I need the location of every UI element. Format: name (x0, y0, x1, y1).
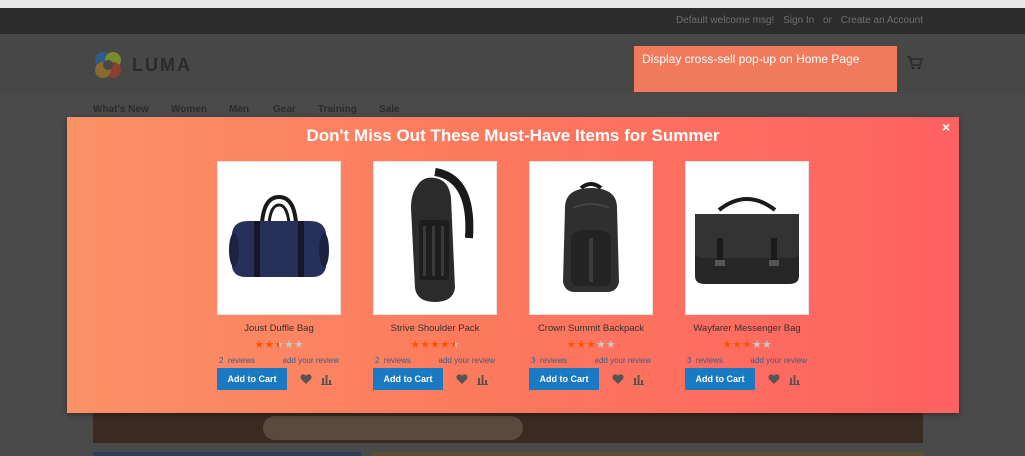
product-name[interactable]: Crown Summit Backpack (529, 323, 653, 334)
star-icon: ★ (254, 339, 265, 351)
review-row: 2 reviews add your review (373, 356, 497, 365)
add-review-link[interactable]: add your review (595, 356, 651, 365)
rating-stars: ★★★★★ (373, 339, 497, 351)
panel-header: Default welcome msg! Sign In or Create a… (0, 8, 1025, 34)
heart-icon[interactable] (768, 373, 780, 385)
product-card: Wayfarer Messenger Bag ★★★★★ 3 reviews a… (685, 161, 809, 390)
create-account-link[interactable]: Create an Account (841, 15, 923, 26)
hero-banner (93, 410, 923, 443)
sign-in-link[interactable]: Sign In (783, 15, 814, 26)
compare-icon[interactable] (633, 374, 644, 385)
star-icon: ★ (293, 339, 304, 351)
review-row: 3 reviews add your review (685, 356, 809, 365)
heart-icon[interactable] (612, 373, 624, 385)
rating-stars: ★★★★★ (529, 339, 653, 351)
compare-icon[interactable] (477, 374, 488, 385)
panel-links: Default welcome msg! Sign In or Create a… (670, 15, 923, 26)
duffle-bag-icon (229, 194, 329, 277)
add-review-link[interactable]: add your review (283, 356, 339, 365)
review-row: 2 reviews add your review (217, 356, 341, 365)
browser-top-strip (0, 0, 1025, 8)
promo-block-left (93, 452, 361, 456)
nav-item-whats-new[interactable]: What's New (93, 104, 149, 115)
backpack-icon (563, 182, 619, 292)
nav-item-gear[interactable]: Gear (273, 104, 296, 115)
product-card: Strive Shoulder Pack ★★★★★ 2 reviews add… (373, 161, 497, 390)
promo-block-right (373, 452, 923, 456)
welcome-message: Default welcome msg! (675, 15, 775, 26)
product-name[interactable]: Wayfarer Messenger Bag (685, 323, 809, 334)
reviews-link[interactable]: 2 reviews (375, 356, 411, 365)
star-icon: ★ (722, 339, 733, 351)
luma-logo-icon[interactable] (93, 50, 123, 80)
rating-stars: ★★★★★ (217, 339, 341, 351)
annotation-label: Display cross-sell pop-up on Home Page (634, 46, 897, 92)
compare-icon[interactable] (321, 374, 332, 385)
messenger-bag-icon (695, 197, 799, 284)
hero-figure (263, 416, 523, 440)
action-row: Add to Cart (217, 368, 341, 390)
site-header: LUMA Display cross-sell pop-up on Home P… (0, 34, 1025, 94)
star-icon: ★ (283, 339, 294, 351)
add-to-cart-button[interactable]: Add to Cart (529, 368, 599, 390)
star-icon: ★ (274, 339, 284, 351)
popup-title: Don't Miss Out These Must-Have Items for… (306, 126, 720, 145)
star-icon: ★ (420, 339, 431, 351)
heart-icon[interactable] (456, 373, 468, 385)
star-icon: ★ (586, 339, 596, 351)
star-icon: ★ (449, 339, 460, 351)
product-name[interactable]: Joust Duffle Bag (217, 323, 341, 334)
product-name[interactable]: Strive Shoulder Pack (373, 323, 497, 334)
shoulder-pack-icon (411, 168, 474, 302)
or-text: or (823, 15, 832, 26)
product-image[interactable] (373, 161, 497, 315)
product-image[interactable] (217, 161, 341, 315)
rating-stars: ★★★★★ (685, 339, 809, 351)
star-icon: ★ (732, 339, 743, 351)
heart-icon[interactable] (300, 373, 312, 385)
nav-item-women[interactable]: Women (171, 104, 207, 115)
star-icon: ★ (595, 339, 606, 351)
product-image[interactable] (529, 161, 653, 315)
add-to-cart-button[interactable]: Add to Cart (685, 368, 755, 390)
product-card: Crown Summit Backpack ★★★★★ 3 reviews ad… (529, 161, 653, 390)
logo-text[interactable]: LUMA (132, 55, 192, 76)
star-icon: ★ (751, 339, 762, 351)
action-row: Add to Cart (529, 368, 653, 390)
cart-icon[interactable] (907, 56, 923, 70)
action-row: Add to Cart (685, 368, 809, 390)
nav-item-training[interactable]: Training (318, 104, 357, 115)
add-to-cart-button[interactable]: Add to Cart (217, 368, 287, 390)
star-icon: ★ (264, 339, 275, 351)
compare-icon[interactable] (789, 374, 800, 385)
add-to-cart-button[interactable]: Add to Cart (373, 368, 443, 390)
review-row: 3 reviews add your review (529, 356, 653, 365)
reviews-link[interactable]: 3 reviews (687, 356, 723, 365)
star-icon: ★ (430, 339, 440, 351)
add-review-link[interactable]: add your review (751, 356, 807, 365)
star-icon: ★ (410, 339, 421, 351)
action-row: Add to Cart (373, 368, 497, 390)
star-icon: ★ (605, 339, 616, 351)
star-icon: ★ (576, 339, 587, 351)
star-icon: ★ (566, 339, 577, 351)
reviews-link[interactable]: 3 reviews (531, 356, 567, 365)
reviews-link[interactable]: 2 reviews (219, 356, 255, 365)
nav-item-sale[interactable]: Sale (379, 104, 400, 115)
star-icon: ★ (761, 339, 772, 351)
add-review-link[interactable]: add your review (439, 356, 495, 365)
star-icon: ★ (742, 339, 752, 351)
product-image[interactable] (685, 161, 809, 315)
nav-item-men[interactable]: Men (229, 104, 249, 115)
cross-sell-popup: Don't Miss Out These Must-Have Items for… (67, 117, 959, 413)
close-icon[interactable]: × (939, 120, 953, 134)
product-card: Joust Duffle Bag ★★★★★ 2 reviews add you… (217, 161, 341, 390)
star-icon: ★ (439, 339, 450, 351)
